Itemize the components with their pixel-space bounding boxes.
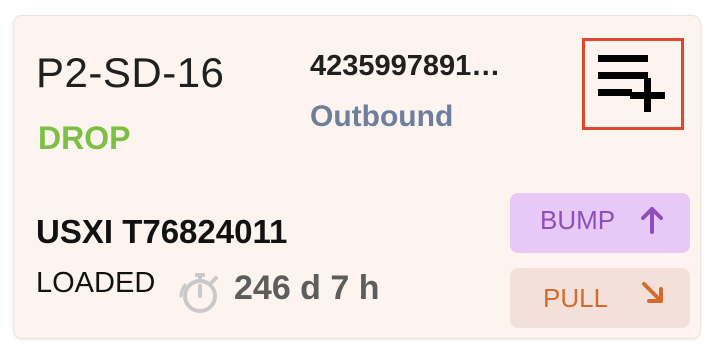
- stopwatch-icon: [179, 273, 218, 313]
- location-label: P2-SD-16: [36, 49, 225, 96]
- playlist-add-icon: [598, 55, 665, 112]
- bump-button-label: BUMP: [540, 205, 616, 235]
- action-label: DROP: [38, 120, 131, 156]
- container-id: USXI T76824011: [36, 213, 288, 250]
- bump-button[interactable]: BUMP: [510, 193, 690, 253]
- arrow-up-icon: [641, 207, 663, 234]
- task-card[interactable]: P2-SD-16 DROP 4235997891… Outbound USXI …: [14, 16, 700, 338]
- direction-label: Outbound: [310, 100, 454, 133]
- arrow-down-right-icon: [642, 282, 663, 303]
- status-label: LOADED: [36, 267, 156, 299]
- pull-button-label: PULL: [543, 283, 609, 313]
- pull-button[interactable]: PULL: [510, 268, 690, 328]
- add-to-list-button[interactable]: [582, 38, 684, 130]
- order-number: 4235997891…: [310, 52, 501, 81]
- elapsed-duration: 246 d 7 h: [234, 269, 380, 307]
